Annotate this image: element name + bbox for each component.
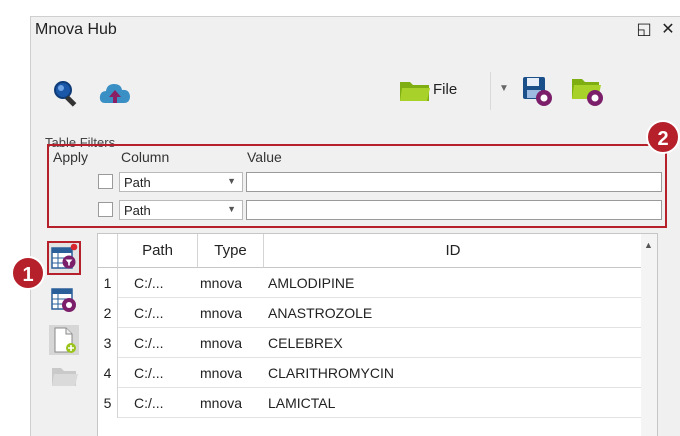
column-header: Column [121, 149, 170, 165]
folder-icon [400, 82, 430, 101]
save-settings-icon[interactable] [521, 75, 553, 107]
table-settings-icon[interactable] [47, 283, 81, 317]
file-button[interactable]: File [397, 75, 491, 105]
filter-value-input[interactable] [246, 200, 662, 220]
path-cell: C:/... [134, 365, 164, 381]
file-label: File [433, 81, 458, 98]
row-number: 3 [98, 328, 118, 358]
vertical-scrollbar[interactable]: ▲ [641, 233, 658, 436]
row-number: 5 [98, 388, 118, 418]
row-header-corner [98, 234, 118, 268]
apply-header: Apply [53, 149, 89, 165]
type-cell: mnova [200, 395, 243, 411]
filter-column-select[interactable]: Path ▼ [119, 172, 243, 192]
table-row[interactable]: 5 C:/... mnova LAMICTAL [98, 388, 642, 418]
row-number: 1 [98, 268, 118, 298]
column-header-id[interactable]: ID [264, 234, 642, 268]
value-header: Value [247, 149, 282, 165]
cloud-upload-icon[interactable] [97, 79, 133, 109]
path-cell: C:/... [134, 275, 164, 291]
table-row[interactable]: 1 C:/... mnova AMLODIPINE [98, 268, 642, 298]
scroll-up-icon[interactable]: ▲ [644, 240, 653, 250]
id-cell: ANASTROZOLE [268, 305, 373, 321]
window-title: Mnova Hub [35, 21, 117, 38]
id-cell: CELEBREX [268, 335, 343, 351]
close-icon[interactable]: ✕ [658, 20, 678, 40]
filter-apply-checkbox[interactable] [98, 202, 113, 217]
path-cell: C:/... [134, 305, 164, 321]
chevron-down-icon[interactable]: ▼ [497, 83, 511, 95]
title-bar: Mnova Hub ◱ ✕ [31, 17, 680, 47]
callout-badge-1: 1 [11, 256, 45, 290]
column-header-path[interactable]: Path [118, 234, 198, 268]
folder-settings-icon[interactable] [571, 75, 605, 107]
id-cell: AMLODIPINE [268, 275, 355, 291]
float-icon[interactable]: ◱ [634, 20, 654, 40]
type-cell: mnova [200, 335, 243, 351]
callout-badge-2: 2 [646, 120, 680, 154]
mnova-hub-panel: Mnova Hub ◱ ✕ File ▼ Table Filters Apply… [30, 16, 680, 436]
path-cell: C:/... [134, 335, 164, 351]
toolbar-separator [490, 72, 491, 110]
table-row[interactable]: 2 C:/... mnova ANASTROZOLE [98, 298, 642, 328]
table-row[interactable]: 4 C:/... mnova CLARITHROMYCIN [98, 358, 642, 388]
filter-value-input[interactable] [246, 172, 662, 192]
results-table: Path Type ID 1 C:/... mnova AMLODIPINE 2… [97, 233, 643, 436]
folder-icon[interactable] [47, 363, 81, 397]
filter-apply-checkbox[interactable] [98, 174, 113, 189]
row-number: 4 [98, 358, 118, 388]
table-row[interactable]: 3 C:/... mnova CELEBREX [98, 328, 642, 358]
type-cell: mnova [200, 275, 243, 291]
type-cell: mnova [200, 305, 243, 321]
search-icon[interactable] [51, 79, 81, 109]
id-cell: CLARITHROMYCIN [268, 365, 395, 381]
row-number: 2 [98, 298, 118, 328]
table-filter-icon[interactable] [47, 241, 81, 275]
type-cell: mnova [200, 365, 243, 381]
filter-column-select[interactable]: Path ▼ [119, 200, 243, 220]
path-cell: C:/... [134, 395, 164, 411]
add-document-icon[interactable] [47, 323, 81, 357]
id-cell: LAMICTAL [268, 395, 336, 411]
column-header-type[interactable]: Type [198, 234, 264, 268]
